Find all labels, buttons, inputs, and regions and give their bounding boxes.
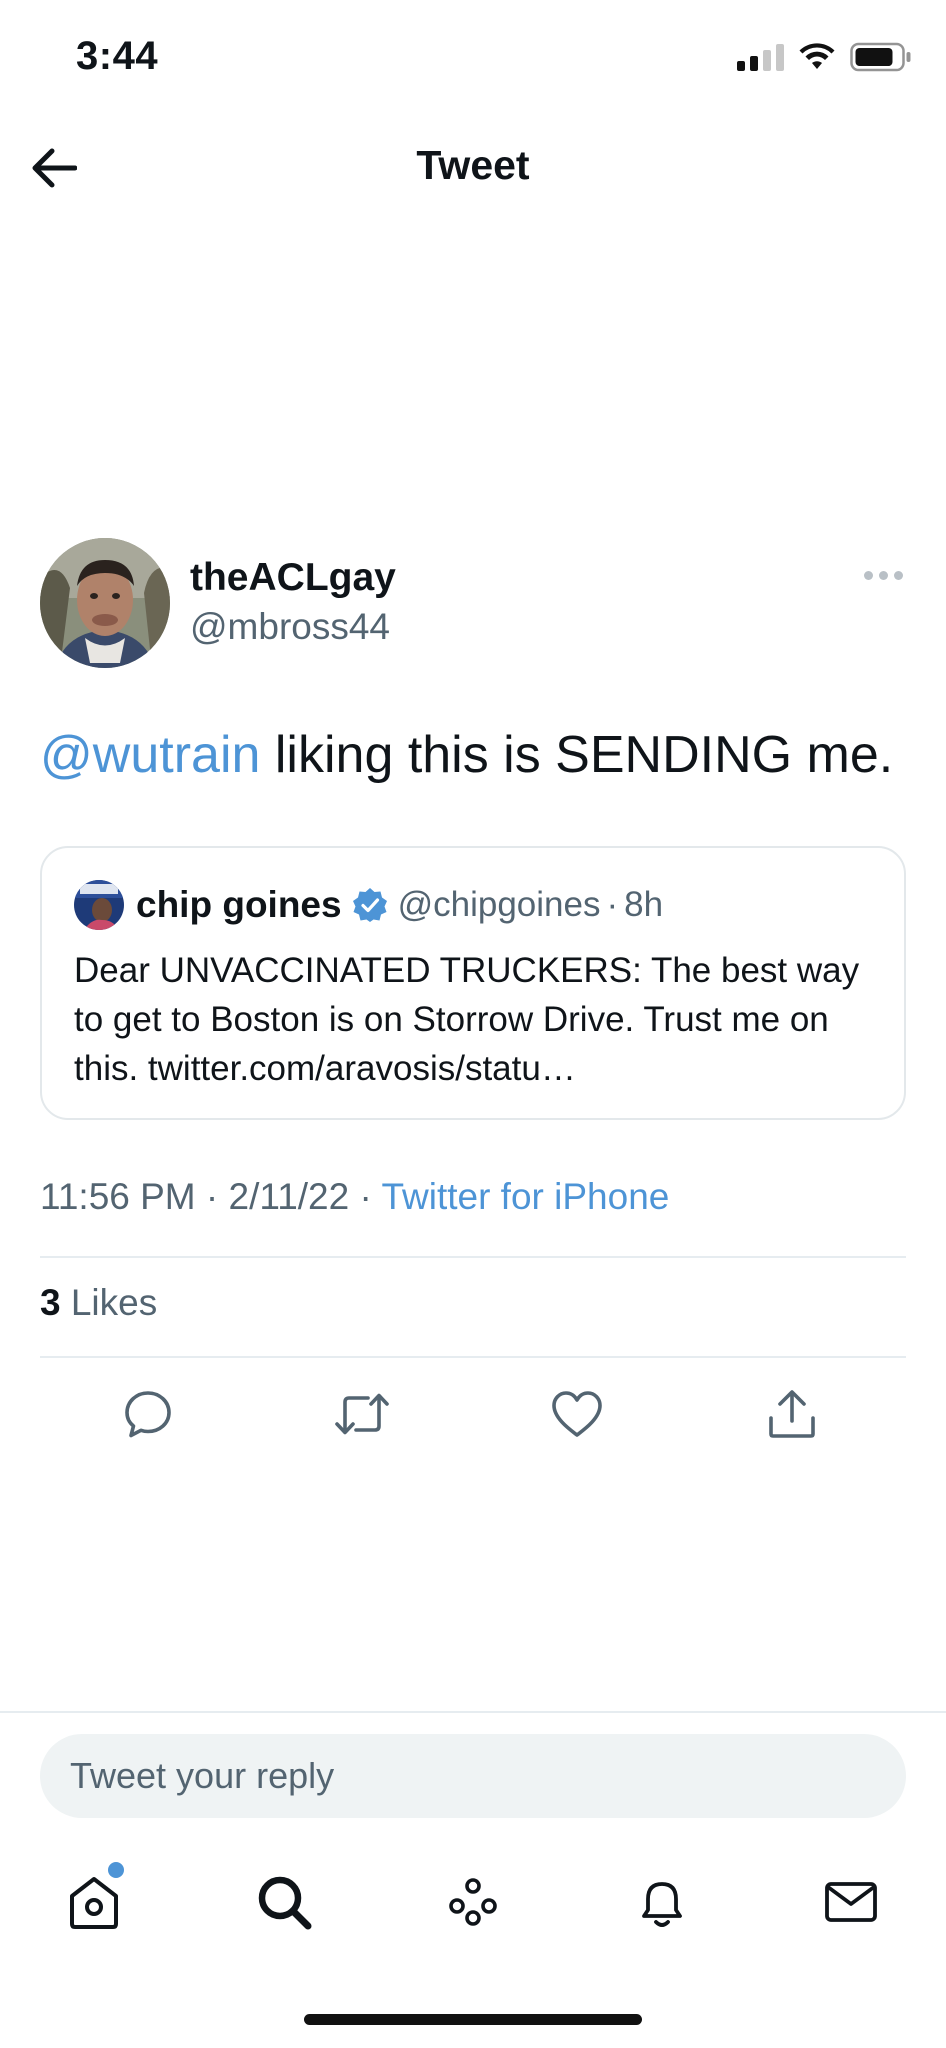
share-icon bbox=[769, 1390, 815, 1438]
retweet-button[interactable] bbox=[332, 1384, 392, 1444]
quoted-author-handle: @chipgoines bbox=[397, 885, 601, 924]
share-button[interactable] bbox=[762, 1384, 822, 1444]
tweet-source-link[interactable]: Twitter for iPhone bbox=[381, 1176, 669, 1217]
tab-home[interactable] bbox=[62, 1870, 126, 1934]
tweet-time: 11:56 PM bbox=[40, 1176, 196, 1217]
reply-bar-divider bbox=[0, 1711, 946, 1713]
tab-messages[interactable] bbox=[819, 1870, 883, 1934]
likes-label: Likes bbox=[60, 1282, 158, 1323]
verified-badge-icon bbox=[352, 887, 388, 923]
likes-count[interactable]: 3 Likes bbox=[40, 1282, 157, 1324]
cellular-signal-icon bbox=[737, 43, 784, 71]
mention-link[interactable]: @wutrain bbox=[40, 726, 260, 784]
battery-icon bbox=[850, 42, 911, 72]
likes-number: 3 bbox=[40, 1282, 61, 1323]
wifi-icon bbox=[799, 43, 835, 69]
reply-icon bbox=[125, 1391, 171, 1438]
tweet-date: 2/11/22 bbox=[228, 1176, 350, 1217]
nav-header: Tweet bbox=[0, 120, 946, 212]
spaces-icon bbox=[449, 1878, 497, 1926]
quoted-tweet-header: chip goines @chipgoines · 8h bbox=[136, 880, 663, 930]
search-icon bbox=[258, 1876, 312, 1930]
more-dot bbox=[878, 570, 888, 580]
tab-search[interactable] bbox=[252, 1870, 316, 1934]
tweet-text: @wutrain liking this is SENDING me. bbox=[40, 724, 893, 786]
more-options-button[interactable] bbox=[858, 560, 908, 590]
quoted-tweet-time: 8h bbox=[624, 885, 664, 924]
envelope-icon bbox=[825, 1882, 877, 1922]
bell-icon bbox=[642, 1882, 682, 1927]
tweet-body: liking this is SENDING me. bbox=[260, 726, 894, 784]
author-handle[interactable]: @mbross44 bbox=[190, 606, 390, 648]
more-dot bbox=[863, 570, 873, 580]
reply-button[interactable] bbox=[118, 1384, 178, 1444]
quoted-tweet-card[interactable]: chip goines @chipgoines · 8h Dear UNVACC… bbox=[40, 846, 906, 1120]
quoted-author-display-name: chip goines bbox=[136, 884, 342, 925]
home-indicator[interactable] bbox=[304, 2014, 642, 2025]
home-notification-dot bbox=[108, 1862, 124, 1878]
divider bbox=[40, 1256, 906, 1258]
home-icon bbox=[70, 1877, 118, 1929]
page-title: Tweet bbox=[416, 142, 530, 188]
status-bar: 3:44 bbox=[0, 0, 946, 110]
status-icons bbox=[737, 42, 912, 72]
tweet-meta: 11:56 PM · 2/11/22 · Twitter for iPhone bbox=[40, 1176, 669, 1218]
quoted-author-avatar bbox=[74, 880, 124, 930]
reply-input[interactable] bbox=[40, 1734, 906, 1818]
quoted-tweet-text: Dear UNVACCINATED TRUCKERS: The best way… bbox=[74, 951, 860, 1088]
status-time: 3:44 bbox=[76, 34, 159, 78]
meta-separator: · bbox=[349, 1176, 382, 1217]
divider bbox=[40, 1356, 906, 1358]
meta-separator: · bbox=[195, 1176, 229, 1217]
more-dot bbox=[893, 570, 903, 580]
separator-dot: · bbox=[606, 885, 619, 924]
tab-spaces[interactable] bbox=[441, 1870, 505, 1934]
like-button[interactable] bbox=[547, 1384, 607, 1444]
author-display-name[interactable]: theACLgay bbox=[190, 556, 396, 600]
heart-icon bbox=[552, 1391, 602, 1437]
author-avatar[interactable] bbox=[40, 538, 170, 668]
retweet-icon bbox=[335, 1393, 389, 1435]
tab-notifications[interactable] bbox=[630, 1870, 694, 1934]
